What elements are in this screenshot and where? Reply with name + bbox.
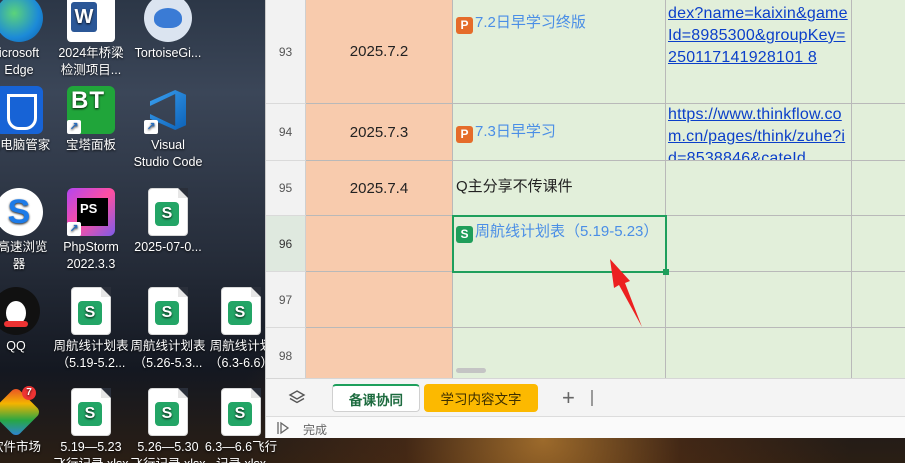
desktop-icon-qq[interactable]: QQ — [0, 287, 57, 355]
word-doc-icon — [67, 0, 115, 42]
qq-penguin-icon — [0, 287, 40, 335]
sheet-tab-bar: 备课协同 学习内容文字 + — [266, 378, 905, 416]
spreadsheet-file-icon: S — [71, 287, 111, 335]
spreadsheet-file-icon: S — [221, 287, 261, 335]
date-cell[interactable] — [306, 272, 453, 328]
empty-cell[interactable] — [852, 161, 905, 216]
browser-icon — [0, 188, 43, 236]
row-header[interactable]: 96 — [266, 216, 306, 272]
desktop-icon-tortoisegit[interactable]: TortoiseGi... — [127, 0, 209, 62]
spreadsheet-file-icon: S — [456, 226, 473, 243]
spreadsheet-file-icon: S — [148, 188, 188, 236]
link-cell[interactable] — [666, 216, 852, 272]
bt-panel-icon: ↗ — [67, 86, 115, 134]
edge-icon — [0, 0, 43, 42]
desktop-icon-vscode[interactable]: ↗ Visual Studio Code — [127, 86, 209, 171]
status-bar: 完成 — [266, 416, 905, 438]
desktop-icon-sheet-526[interactable]: S 周航线计划表 （5.26-5.3... — [127, 287, 209, 372]
desktop-icon-word-doc[interactable]: 2024年桥梁 检测项目... — [50, 0, 132, 79]
sheet-grid: 93 2025.7.2 P 7.2日早学习终版 dex?name=kaixin&g… — [266, 0, 905, 378]
row-header[interactable]: 95 — [266, 161, 306, 216]
row-header[interactable]: 93 — [266, 0, 306, 104]
tortoisegit-icon — [144, 0, 192, 42]
presentation-file-icon: P — [456, 17, 473, 34]
tab-sheet-active[interactable]: 备课协同 — [332, 384, 420, 412]
title-text: Q主分享不传课件 — [456, 178, 573, 195]
row-header[interactable]: 97 — [266, 272, 306, 328]
spreadsheet-file-icon: S — [148, 388, 188, 436]
phpstorm-icon: ↗ — [67, 188, 115, 236]
row-header[interactable]: 98 — [266, 328, 306, 378]
date-cell[interactable]: 2025.7.2 — [306, 0, 453, 104]
link-cell[interactable]: https://www.thinkflow.com.cn/pages/think… — [666, 104, 852, 161]
spreadsheet-window: 93 2025.7.2 P 7.2日早学习终版 dex?name=kaixin&g… — [265, 0, 905, 438]
status-text: 完成 — [303, 423, 328, 437]
link-cell[interactable] — [666, 272, 852, 328]
desktop-icon-sheet-2025-07[interactable]: S 2025-07-0... — [127, 188, 209, 256]
shortcut-arrow-icon: ↗ — [67, 120, 81, 134]
shortcut-arrow-icon: ↗ — [67, 222, 81, 236]
app-market-icon: 7 — [0, 386, 40, 436]
horizontal-scrollbar[interactable] — [456, 368, 486, 373]
spreadsheet-file-icon: S — [71, 388, 111, 436]
presentation-file-icon: P — [456, 126, 473, 143]
title-cell[interactable]: P 7.3日早学习 — [453, 104, 666, 161]
date-cell[interactable] — [306, 216, 453, 272]
tab-sheet[interactable]: 学习内容文字 — [424, 384, 538, 412]
doc-link-title[interactable]: 7.3日早学习 — [475, 123, 556, 140]
doc-link-title[interactable]: 周航线计划表（5.19-5.23） — [475, 223, 658, 240]
shortcut-arrow-icon: ↗ — [144, 120, 158, 134]
hyperlink[interactable]: https://www.thinkflow.com.cn/pages/think… — [668, 106, 845, 160]
doc-link-title[interactable]: 7.2日早学习终版 — [475, 14, 586, 31]
empty-cell[interactable] — [852, 0, 905, 104]
desktop-icon-sheet-519[interactable]: S 周航线计划表 （5.19-5.2... — [50, 287, 132, 372]
row-header[interactable]: 94 — [266, 104, 306, 161]
date-cell[interactable]: 2025.7.4 — [306, 161, 453, 216]
spreadsheet-file-icon: S — [221, 388, 261, 436]
date-text: 2025.7.2 — [349, 43, 409, 60]
selected-title-cell[interactable]: S 周航线计划表（5.19-5.23） — [452, 215, 667, 273]
macro-play-icon[interactable] — [276, 421, 290, 435]
title-cell[interactable]: Q主分享不传课件 — [453, 161, 666, 216]
link-cell[interactable] — [666, 161, 852, 216]
date-cell[interactable] — [306, 328, 453, 378]
date-text: 2025.7.3 — [349, 123, 409, 141]
fill-handle[interactable] — [663, 269, 669, 275]
desktop-icon-flight-519[interactable]: S 5.19—5.23 飞行记录.xlsx — [50, 388, 132, 463]
link-cell[interactable] — [666, 328, 852, 378]
layers-icon[interactable] — [288, 389, 306, 407]
spreadsheet-file-icon: S — [148, 287, 188, 335]
notification-badge: 7 — [22, 386, 36, 400]
shield-icon — [0, 86, 43, 134]
empty-cell[interactable] — [852, 216, 905, 272]
title-cell[interactable] — [453, 272, 666, 328]
link-cell[interactable]: dex?name=kaixin&gameId=8985300&groupKey=… — [666, 0, 852, 104]
desktop-icon-phpstorm[interactable]: ↗ PhpStorm 2022.3.3 — [50, 188, 132, 273]
empty-cell[interactable] — [852, 328, 905, 378]
desktop-icon-bt-panel[interactable]: ↗ 宝塔面板 — [50, 86, 132, 154]
divider — [591, 390, 593, 406]
hyperlink[interactable]: dex?name=kaixin&gameId=8985300&groupKey=… — [668, 5, 848, 66]
desktop-icon-app-market[interactable]: 7 软件市场 — [0, 386, 57, 456]
add-sheet-button[interactable]: + — [562, 385, 575, 411]
empty-cell[interactable] — [852, 104, 905, 161]
empty-cell[interactable] — [852, 272, 905, 328]
desktop-icon-flight-526[interactable]: S 5.26—5.30 飞行记录.xlsx — [127, 388, 209, 463]
vscode-icon: ↗ — [144, 86, 192, 134]
date-text: 2025.7.4 — [349, 179, 409, 197]
title-cell[interactable]: P 7.2日早学习终版 — [453, 0, 666, 104]
date-cell[interactable]: 2025.7.3 — [306, 104, 453, 161]
